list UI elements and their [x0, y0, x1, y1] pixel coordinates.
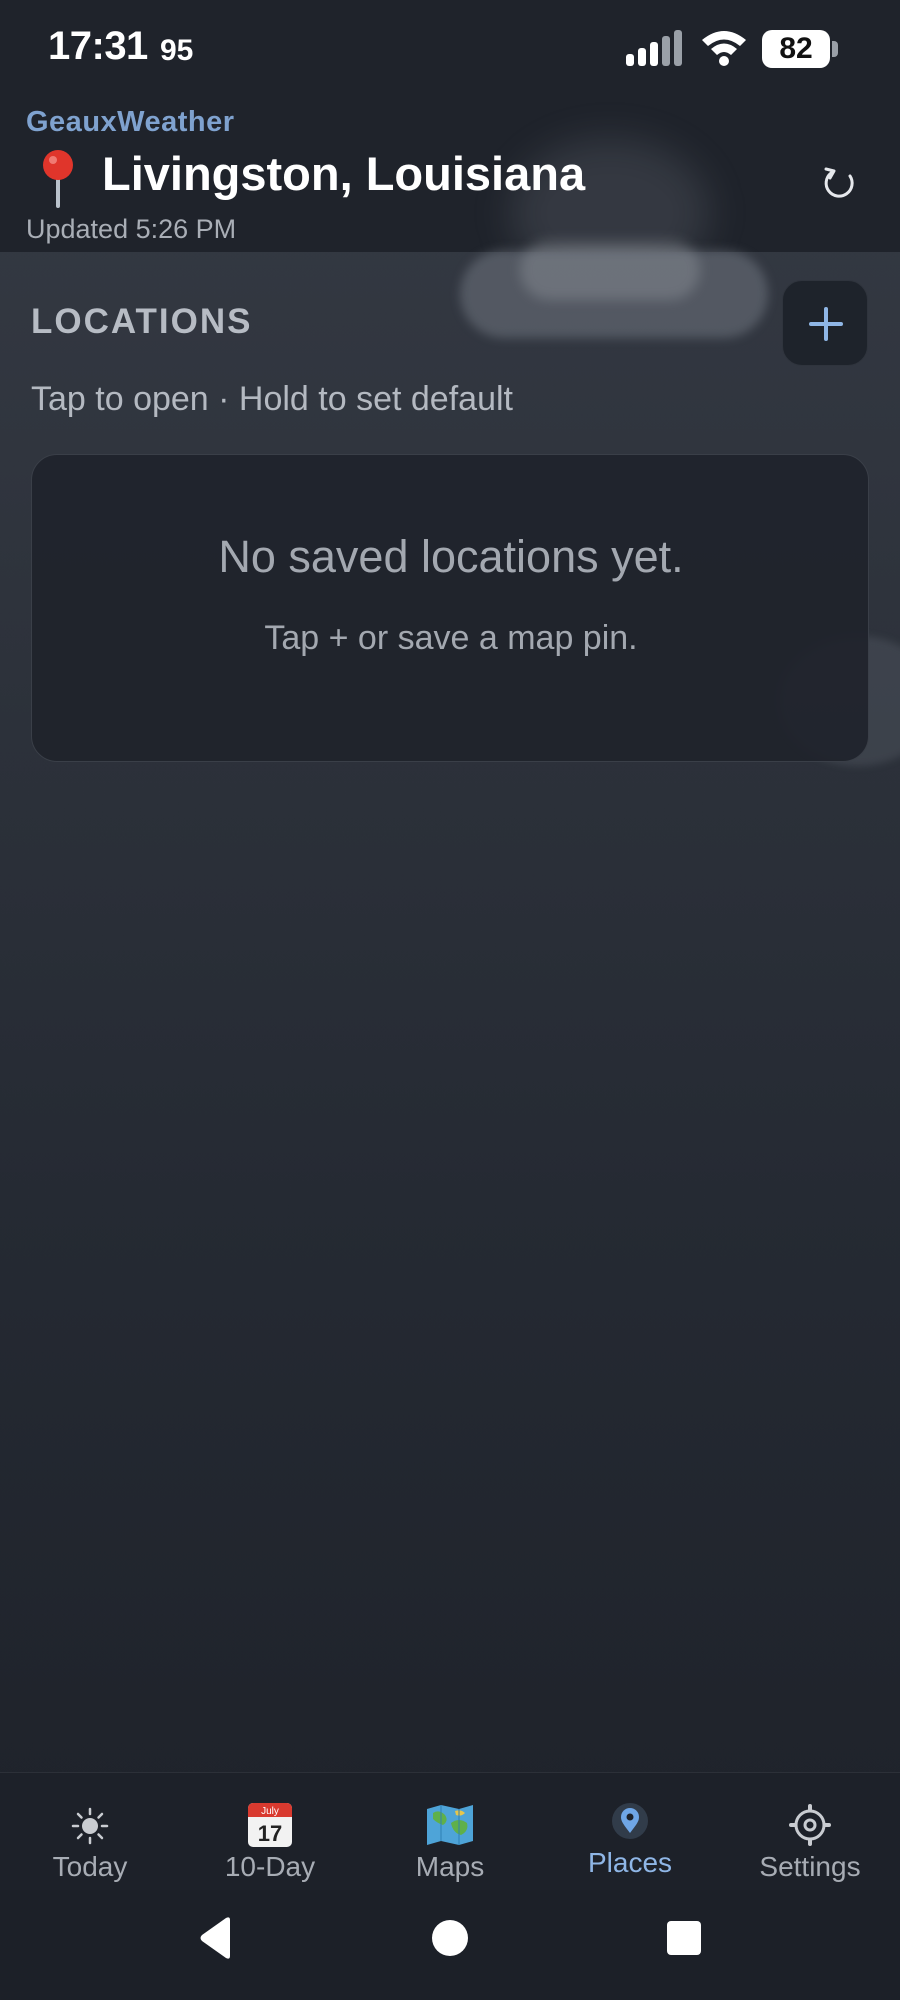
location-pin-icon: [612, 1803, 648, 1839]
nav-label-settings: Settings: [759, 1851, 861, 1882]
map-icon: [427, 1805, 473, 1845]
gear-icon: [789, 1804, 831, 1846]
signal-icon: [626, 30, 682, 66]
back-icon[interactable]: [196, 1916, 236, 1960]
nav-tab-10-day[interactable]: July 17 10-Day: [180, 1773, 360, 1891]
empty-state-title: No saved locations yet.: [218, 531, 684, 582]
calendar-day: 17: [258, 1821, 282, 1846]
status-bar: 17:31 95 82: [0, 0, 900, 98]
nav-tab-settings[interactable]: Settings: [720, 1773, 900, 1891]
status-time: 17:31: [48, 24, 148, 68]
locations-hint: Tap to open · Hold to set default: [31, 380, 513, 418]
nav-tab-today[interactable]: Today: [0, 1773, 180, 1891]
nav-label-places: Places: [587, 1847, 673, 1878]
background-cloud: [520, 240, 700, 300]
nav-tab-places[interactable]: Places: [540, 1773, 720, 1891]
calendar-month: July: [261, 1806, 279, 1817]
nav-tab-maps[interactable]: Maps: [360, 1773, 540, 1891]
add-location-button[interactable]: [782, 280, 868, 366]
app-name: GeauxWeather: [26, 106, 235, 138]
home-icon[interactable]: [430, 1918, 470, 1958]
recents-icon[interactable]: [666, 1920, 702, 1956]
empty-state-card: No saved locations yet. Tap + or save a …: [31, 454, 869, 762]
map-pin-icon: [43, 150, 73, 208]
system-nav-bar: [0, 1890, 900, 2000]
nav-label-10-day: 10-Day: [224, 1851, 316, 1882]
nav-label-maps: Maps: [415, 1851, 485, 1882]
updated-time: Updated 5:26 PM: [26, 214, 237, 244]
battery-icon: 82: [762, 30, 838, 68]
empty-state-subtitle: Tap + or save a map pin.: [264, 619, 638, 657]
refresh-icon[interactable]: [810, 156, 866, 212]
calendar-icon: July 17: [248, 1803, 292, 1847]
locations-heading: LOCATIONS: [31, 302, 253, 341]
location-title[interactable]: Livingston, Louisiana: [102, 146, 585, 201]
status-extra: 95: [160, 34, 194, 67]
wifi-icon: [702, 31, 746, 66]
app-header: GeauxWeather Livingston, Louisiana Updat…: [0, 98, 900, 252]
battery-level: 82: [779, 32, 813, 65]
sun-icon: [71, 1807, 109, 1845]
bottom-nav: Today July 17 10-Day Maps Places Setting…: [0, 1772, 900, 1890]
nav-label-today: Today: [52, 1851, 128, 1882]
